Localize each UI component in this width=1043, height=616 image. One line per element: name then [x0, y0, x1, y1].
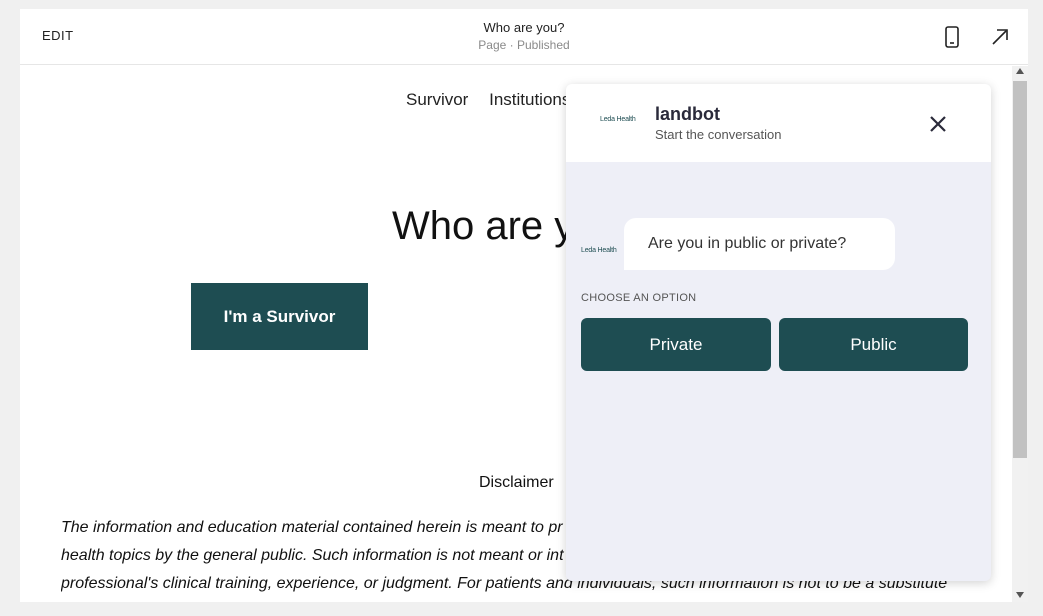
- mobile-preview-icon[interactable]: [939, 24, 965, 50]
- chat-logo: Leda Health: [600, 116, 636, 123]
- disclaimer-title: Disclaimer: [479, 474, 554, 491]
- scrollbar-thumb[interactable]: [1013, 81, 1027, 458]
- chat-header: Leda Health landbot Start the conversati…: [566, 84, 991, 162]
- chat-bot-name: landbot: [655, 104, 720, 124]
- bot-avatar: Leda Health: [581, 247, 617, 254]
- nav-item-institutions[interactable]: Institutions: [489, 90, 570, 109]
- chat-subtitle: Start the conversation: [655, 127, 782, 142]
- page-title-block: Who are you? Page · Published: [20, 20, 1028, 52]
- editor-topbar: EDIT Who are you? Page · Published: [20, 9, 1028, 65]
- site-nav: Survivor Institutions: [406, 90, 586, 110]
- scroll-down-arrow-icon[interactable]: [1016, 592, 1024, 598]
- page-status: Page · Published: [478, 38, 570, 52]
- survivor-button[interactable]: I'm a Survivor: [191, 283, 368, 350]
- chat-widget: Leda Health landbot Start the conversati…: [566, 84, 991, 581]
- page-title: Who are you?: [483, 20, 565, 35]
- scroll-up-arrow-icon[interactable]: [1016, 68, 1024, 74]
- open-external-icon[interactable]: [987, 24, 1013, 50]
- private-option-button[interactable]: Private: [581, 318, 771, 371]
- bot-message: Are you in public or private?: [624, 218, 895, 270]
- close-icon[interactable]: [926, 112, 950, 136]
- choose-option-label: CHOOSE AN OPTION: [581, 292, 697, 304]
- nav-item-survivor[interactable]: Survivor: [406, 90, 468, 109]
- scrollbar[interactable]: [1012, 66, 1028, 602]
- public-option-button[interactable]: Public: [779, 318, 968, 371]
